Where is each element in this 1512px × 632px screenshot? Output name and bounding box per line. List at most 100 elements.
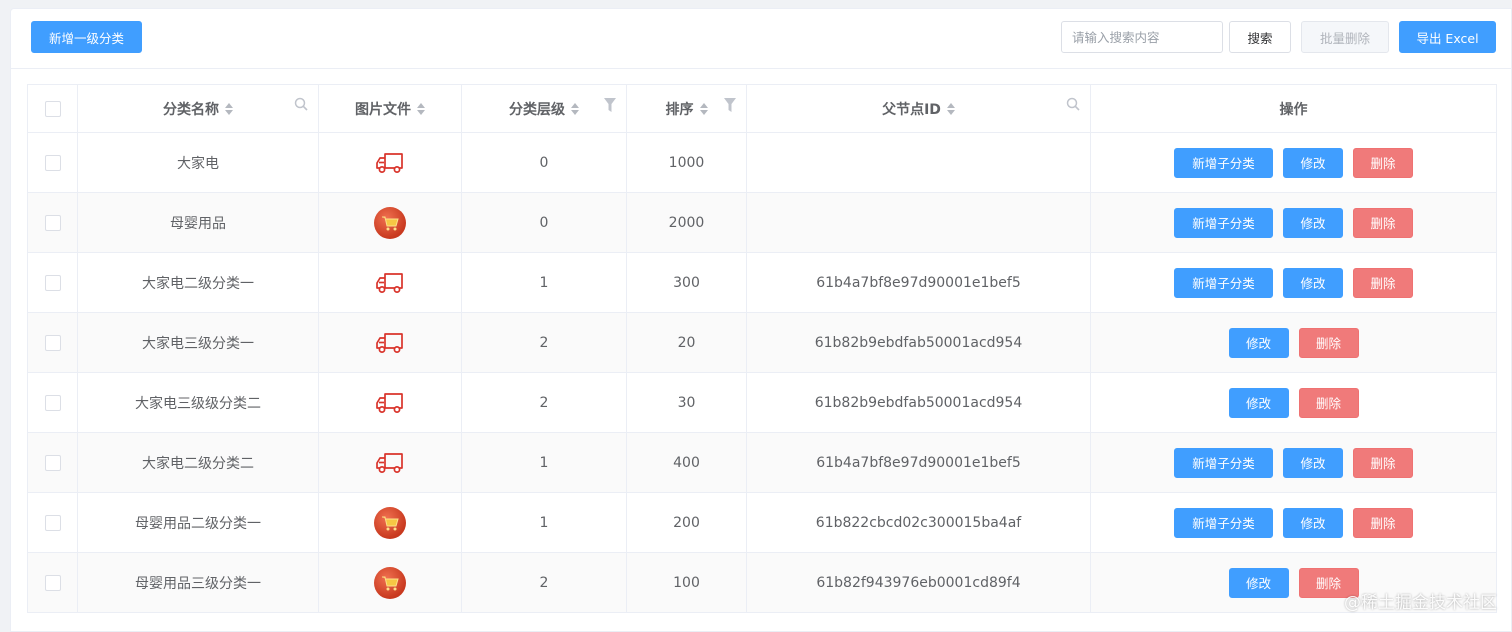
header-level[interactable]: 分类层级 (462, 85, 627, 132)
sort-icon[interactable] (225, 102, 233, 115)
add-top-category-button[interactable]: 新增一级分类 (31, 21, 142, 53)
row-checkbox[interactable] (44, 394, 61, 411)
add-child-button[interactable]: 新增子分类 (1174, 267, 1273, 298)
category-level: 1 (539, 454, 549, 471)
export-excel-button[interactable]: 导出 Excel (1399, 21, 1496, 53)
category-sort: 2000 (668, 214, 705, 231)
table-header: 分类名称 图片文件 分类层级 排序 父节点ID 操作 (28, 85, 1496, 133)
parent-id-cell: 61b82b9ebdfab50001acd954 (747, 313, 1091, 372)
delete-button[interactable]: 删除 (1298, 387, 1359, 418)
edit-button[interactable]: 修改 (1283, 267, 1343, 298)
edit-button[interactable]: 修改 (1283, 147, 1343, 178)
category-sort: 400 (673, 454, 700, 471)
edit-button[interactable]: 修改 (1283, 207, 1343, 238)
category-name-cell: 大家电 (78, 133, 319, 192)
row-actions: 新增子分类 修改 删除 (1174, 507, 1413, 538)
search-icon[interactable] (1066, 97, 1080, 111)
sort-cell: 200 (627, 493, 747, 552)
truck-icon (373, 386, 407, 420)
header-parent-id[interactable]: 父节点ID (747, 85, 1091, 132)
row-checkbox[interactable] (44, 334, 61, 351)
search-icon[interactable] (294, 97, 308, 111)
category-name: 母婴用品 (170, 215, 226, 232)
add-child-button[interactable]: 新增子分类 (1174, 207, 1273, 238)
row-checkbox[interactable] (44, 514, 61, 531)
image-cell (319, 313, 462, 372)
delete-button[interactable]: 删除 (1353, 267, 1413, 298)
row-checkbox[interactable] (44, 454, 61, 471)
cart-icon (374, 206, 406, 239)
category-level: 0 (539, 214, 549, 231)
add-child-button[interactable]: 新增子分类 (1174, 447, 1273, 478)
row-select-cell (28, 373, 78, 432)
parent-id-cell: 61b822cbcd02c300015ba4af (747, 493, 1091, 552)
image-cell (319, 193, 462, 252)
add-child-button[interactable]: 新增子分类 (1174, 147, 1273, 178)
table-row[interactable]: 母婴用品三级分类一 2 100 61b82f943976eb0001cd89f4… (28, 553, 1496, 612)
header-name[interactable]: 分类名称 (78, 85, 319, 132)
edit-button[interactable]: 修改 (1228, 387, 1289, 418)
sort-cell: 300 (627, 253, 747, 312)
filter-icon[interactable] (724, 97, 736, 113)
parent-id: 61b4a7bf8e97d90001e1bef5 (816, 274, 1021, 291)
truck-icon (373, 326, 407, 360)
row-select-cell (28, 493, 78, 552)
edit-button[interactable]: 修改 (1228, 567, 1289, 598)
table-row[interactable]: 大家电三级级分类二 2 30 61b82b9ebdfab50001acd954 … (28, 373, 1496, 433)
header-image[interactable]: 图片文件 (319, 85, 462, 132)
search-button[interactable]: 搜索 (1229, 21, 1291, 53)
level-cell: 1 (462, 253, 627, 312)
header-select-cell (28, 85, 78, 132)
add-child-button[interactable]: 新增子分类 (1174, 507, 1273, 538)
table-row[interactable]: 大家电三级分类一 2 20 61b82b9ebdfab50001acd954 修… (28, 313, 1496, 373)
row-checkbox[interactable] (44, 274, 61, 291)
actions-cell: 新增子分类 修改 删除 (1091, 433, 1496, 492)
parent-id: 61b82f943976eb0001cd89f4 (816, 574, 1021, 591)
category-name-cell: 母婴用品二级分类一 (78, 493, 319, 552)
row-actions: 新增子分类 修改 删除 (1174, 267, 1413, 298)
table-row[interactable]: 大家电二级分类一 1 300 61b4a7bf8e97d90001e1bef5 … (28, 253, 1496, 313)
sort-icon[interactable] (571, 102, 579, 115)
row-actions: 修改 删除 (1228, 387, 1359, 418)
delete-button[interactable]: 删除 (1353, 507, 1413, 538)
category-sort: 1000 (668, 154, 705, 171)
actions-cell: 新增子分类 修改 删除 (1091, 193, 1496, 252)
sort-cell: 100 (627, 553, 747, 612)
row-checkbox[interactable] (44, 154, 61, 171)
sort-icon[interactable] (417, 102, 425, 115)
delete-button[interactable]: 删除 (1353, 447, 1413, 478)
row-select-cell (28, 133, 78, 192)
image-cell (319, 373, 462, 432)
delete-button[interactable]: 删除 (1353, 207, 1413, 238)
category-level: 2 (539, 574, 549, 591)
table-body: 大家电 0 1000 新增子分类 修改 删除 母婴用品 0 2000 新增子分类 修改… (28, 133, 1496, 612)
category-name-cell: 母婴用品 (78, 193, 319, 252)
delete-button[interactable]: 删除 (1353, 147, 1413, 178)
image-cell (319, 133, 462, 192)
edit-button[interactable]: 修改 (1283, 447, 1343, 478)
table-row[interactable]: 大家电二级分类二 1 400 61b4a7bf8e97d90001e1bef5 … (28, 433, 1496, 493)
table-row[interactable]: 母婴用品二级分类一 1 200 61b822cbcd02c300015ba4af… (28, 493, 1496, 553)
row-checkbox[interactable] (44, 574, 61, 591)
sort-icon[interactable] (699, 102, 708, 115)
delete-button[interactable]: 删除 (1298, 327, 1359, 358)
header-sort[interactable]: 排序 (627, 85, 747, 132)
category-name: 大家电三级分类一 (142, 335, 254, 352)
row-checkbox[interactable] (44, 214, 61, 231)
edit-button[interactable]: 修改 (1228, 327, 1289, 358)
table-row[interactable]: 大家电 0 1000 新增子分类 修改 删除 (28, 133, 1496, 193)
actions-cell: 新增子分类 修改 删除 (1091, 133, 1496, 192)
edit-button[interactable]: 修改 (1283, 507, 1343, 538)
category-name: 大家电二级分类二 (142, 455, 254, 472)
row-select-cell (28, 253, 78, 312)
select-all-checkbox[interactable] (44, 100, 61, 117)
category-name-cell: 大家电三级级分类二 (78, 373, 319, 432)
batch-delete-button[interactable]: 批量删除 (1301, 21, 1389, 53)
truck-icon (373, 266, 407, 300)
category-table: 分类名称 图片文件 分类层级 排序 父节点ID 操作 大家电 0 1000 新增… (27, 84, 1497, 613)
filter-icon[interactable] (604, 97, 616, 113)
watermark: @稀土掘金技术社区 (1344, 593, 1497, 613)
sort-icon[interactable] (946, 102, 955, 115)
table-row[interactable]: 母婴用品 0 2000 新增子分类 修改 删除 (28, 193, 1496, 253)
search-input[interactable] (1061, 21, 1223, 53)
